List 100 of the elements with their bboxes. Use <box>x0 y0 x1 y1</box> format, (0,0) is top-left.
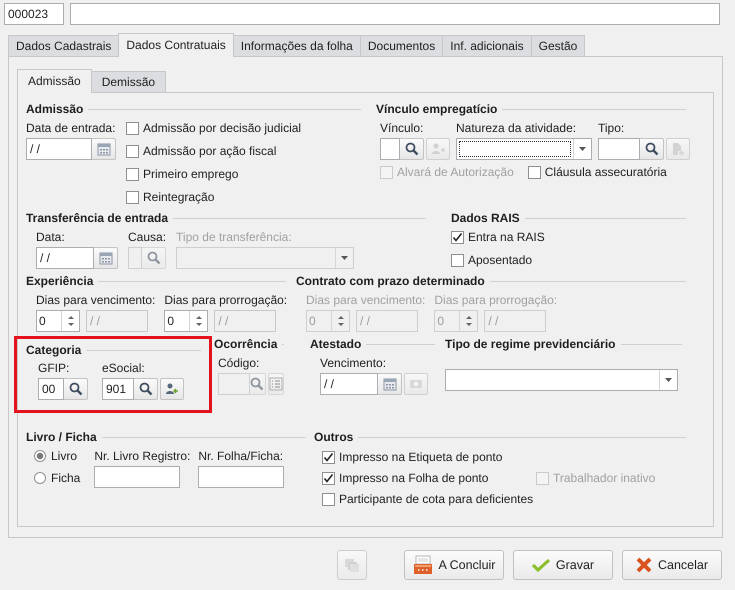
plus-icon <box>409 377 423 391</box>
calendar-button[interactable] <box>378 373 402 395</box>
code-field[interactable] <box>218 373 250 395</box>
checkbox[interactable]: Entra na RAIS <box>451 228 686 246</box>
field-label: Vínculo: <box>380 120 424 136</box>
calendar-icon <box>96 142 110 156</box>
action-button[interactable]: A Concluir <box>404 550 504 580</box>
calendar-icon <box>98 251 112 265</box>
section-title: Categoria <box>26 343 82 357</box>
section-title: Experiência <box>26 274 94 288</box>
check-icon <box>323 472 334 484</box>
person-arrow-icon <box>165 382 179 396</box>
action-button[interactable]: Cancelar <box>622 550 722 580</box>
section-title: Atestado <box>310 337 362 351</box>
calendar-button[interactable] <box>94 247 118 269</box>
field-label: Nr. Folha/Ficha: <box>198 448 284 464</box>
add-button[interactable] <box>404 373 428 395</box>
field-label: Dias para prorrogação: <box>164 292 288 308</box>
code-field[interactable]: 00 <box>38 378 64 400</box>
checkbox[interactable]: Impresso na Folha de ponto <box>322 469 536 487</box>
code-field[interactable]: 000023 <box>4 3 64 25</box>
document-plus-icon <box>671 142 685 156</box>
search-button[interactable] <box>134 378 158 400</box>
calendar-button[interactable] <box>92 138 116 160</box>
field-label: Dias para vencimento: <box>36 292 156 308</box>
code-field[interactable]: 901 <box>102 378 134 400</box>
radio-button[interactable]: Livro <box>34 447 80 465</box>
field-label: Data: <box>36 229 66 245</box>
field-label: Tipo de transferência: <box>176 229 293 245</box>
action-button[interactable]: Gravar <box>513 550 613 580</box>
checkbox[interactable]: Admissão por ação fiscal <box>126 142 302 160</box>
search-button[interactable] <box>400 138 424 160</box>
name-field[interactable] <box>70 3 720 25</box>
number-field[interactable]: 0 <box>164 310 208 332</box>
field-label: Causa: <box>128 229 166 245</box>
person-button[interactable] <box>160 378 184 400</box>
tab[interactable]: Dados Contratuais <box>118 33 234 57</box>
close-icon <box>636 557 652 573</box>
section-title: Admissão <box>26 102 84 116</box>
date-field[interactable]: / / <box>320 373 378 395</box>
printer-icon <box>412 555 432 575</box>
copy-button[interactable] <box>337 550 367 580</box>
check-icon <box>323 452 334 462</box>
checkbox[interactable]: Admissão por decisão judicial <box>126 119 302 137</box>
field-label: GFIP: <box>38 360 70 376</box>
section-title: Contrato com prazo determinado <box>296 274 485 288</box>
checkbox[interactable]: Primeiro emprego <box>126 165 302 183</box>
code-field[interactable] <box>380 138 400 160</box>
list-icon <box>268 377 283 391</box>
search-icon <box>68 382 82 396</box>
tab[interactable]: Documentos <box>360 35 444 56</box>
field-label: Código: <box>218 355 260 371</box>
tab[interactable]: Demissão <box>90 71 166 92</box>
spin-arrows-icon <box>466 315 472 327</box>
calendar-icon <box>382 377 396 391</box>
checkbox[interactable]: Impresso na Etiqueta de ponto <box>322 448 686 466</box>
tab[interactable]: Gestão <box>530 35 586 56</box>
tab[interactable]: Dados Cadastrais <box>8 35 120 56</box>
radio-button[interactable]: Ficha <box>34 469 80 487</box>
search-button[interactable] <box>640 138 664 160</box>
search-icon <box>644 142 658 156</box>
field-label: Vencimento: <box>320 355 388 371</box>
field-label: Dias para vencimento: <box>306 292 426 308</box>
spin-arrows-icon <box>68 315 74 327</box>
text-field[interactable] <box>198 466 284 488</box>
search-icon <box>138 382 152 396</box>
search-icon <box>250 377 264 391</box>
tab[interactable]: Informações da folha <box>232 35 361 56</box>
dropdown[interactable] <box>456 138 592 160</box>
spin-arrows-icon <box>196 315 202 327</box>
number-field[interactable]: 0 <box>36 310 80 332</box>
field-label: eSocial: <box>102 360 146 376</box>
search-icon <box>146 251 160 265</box>
search-button[interactable] <box>64 378 88 400</box>
section-title: Transferência de entrada <box>26 211 168 225</box>
section-title: Ocorrência <box>214 337 278 351</box>
field-label: Tipo: <box>598 120 626 136</box>
caret-icon <box>665 378 672 382</box>
code-field[interactable] <box>598 138 640 160</box>
list-button[interactable] <box>268 373 284 395</box>
date-field[interactable]: / / <box>26 138 92 160</box>
section-title: Livro / Ficha <box>26 430 97 444</box>
tab[interactable]: Admissão <box>17 69 92 93</box>
caret-icon <box>341 256 348 260</box>
copy-icon <box>344 557 360 573</box>
person-plus-icon <box>431 142 445 156</box>
check-icon <box>452 232 463 242</box>
checkbox[interactable]: Aposentado <box>451 251 686 269</box>
checkbox[interactable]: Reintegração <box>126 188 302 206</box>
text-field[interactable] <box>94 466 180 488</box>
section-title: Tipo de regime previdenciário <box>445 337 616 351</box>
check-icon <box>532 558 550 572</box>
field-label: Nr. Livro Registro: <box>94 448 190 464</box>
caret-icon <box>579 147 586 151</box>
section-title: Outros <box>314 430 354 444</box>
tab[interactable]: Inf. adicionais <box>442 35 532 56</box>
search-icon <box>404 142 418 156</box>
section-title: Vínculo empregatício <box>376 102 498 116</box>
checkbox[interactable]: Cláusula assecuratória <box>528 163 667 181</box>
checkbox[interactable]: Participante de cota para deficientes <box>322 490 686 508</box>
